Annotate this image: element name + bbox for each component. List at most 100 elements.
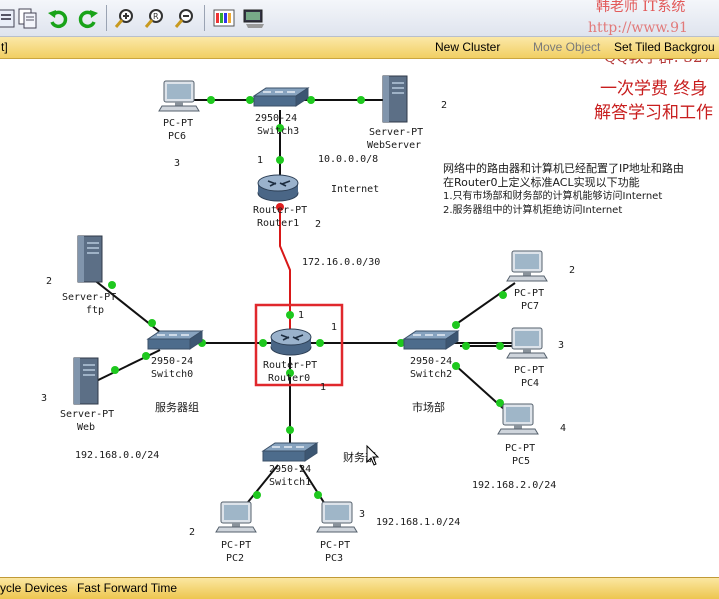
link-switch2-pc7[interactable] xyxy=(454,282,516,326)
toolbar-separator xyxy=(106,5,107,31)
svg-text:R: R xyxy=(153,12,159,21)
server-icon xyxy=(382,75,408,123)
palette-icon[interactable] xyxy=(212,6,236,30)
task-line: 在Router0上定义标准ACL实现以下功能 xyxy=(443,175,640,189)
port-number: 3 xyxy=(174,158,180,169)
port-lights xyxy=(108,96,507,499)
port-light xyxy=(462,342,470,350)
device-name: Router0 xyxy=(268,373,310,384)
port-light xyxy=(108,281,116,289)
topology-canvas[interactable]: PC-PT PC6 2950-24 Switch3 Server-PT WebS… xyxy=(0,59,719,576)
port-light xyxy=(207,96,215,104)
redo-icon[interactable] xyxy=(76,6,100,30)
group-label: 市场部 xyxy=(412,400,445,414)
port-light xyxy=(357,96,365,104)
network-address: 192.168.0.0/24 xyxy=(75,450,159,461)
zoom-out-icon[interactable] xyxy=(173,6,197,30)
device-switch1[interactable]: 2950-24 Switch1 xyxy=(262,442,318,488)
pc-icon xyxy=(497,403,539,435)
task-description: 网络中的路由器和计算机已经配置了IP地址和路由 在Router0上定义标准ACL… xyxy=(443,161,684,216)
zoom-in-icon[interactable] xyxy=(113,6,137,30)
device-pc2[interactable]: PC-PT PC2 xyxy=(215,501,257,564)
device-name: PC3 xyxy=(325,553,343,564)
device-type: PC-PT xyxy=(514,365,544,376)
move-object-button[interactable]: Move Object xyxy=(533,40,600,54)
device-name: Switch1 xyxy=(269,477,311,488)
port-number: 1 xyxy=(298,310,304,321)
copy-icon[interactable] xyxy=(16,6,40,30)
device-name: Web xyxy=(77,422,95,433)
port-light xyxy=(253,491,261,499)
zoom-reset-icon[interactable]: R xyxy=(143,6,167,30)
device-type: 2950-24 xyxy=(255,113,297,124)
device-type: PC-PT xyxy=(163,118,193,129)
port-light xyxy=(111,366,119,374)
device-pc5[interactable]: PC-PT PC5 xyxy=(497,403,539,467)
device-type: Server-PT xyxy=(60,409,114,420)
port-light xyxy=(246,96,254,104)
device-type: Server-PT xyxy=(62,292,116,303)
device-name: ftp xyxy=(86,305,104,316)
pc-icon xyxy=(506,250,548,282)
device-router1[interactable]: Router-PT Router1 xyxy=(253,174,307,229)
port-light xyxy=(496,342,504,350)
device-pc3[interactable]: PC-PT PC3 xyxy=(316,501,358,564)
device-name: WebServer xyxy=(367,140,421,151)
device-switch2[interactable]: 2950-24 Switch2 xyxy=(403,330,459,380)
switch-icon xyxy=(403,330,459,350)
port-light xyxy=(316,339,324,347)
device-pc4[interactable]: PC-PT PC4 xyxy=(506,327,548,389)
new-cluster-button[interactable]: New Cluster xyxy=(435,40,500,54)
device-name: PC6 xyxy=(168,131,186,142)
device-ftp[interactable]: Server-PT ftp xyxy=(62,235,116,316)
device-router0[interactable]: Router-PT Router0 xyxy=(263,328,317,384)
device-name: Switch3 xyxy=(257,126,299,137)
task-line: 2.服务器组中的计算机拒绝访问Internet xyxy=(443,203,622,216)
server-icon xyxy=(73,357,99,405)
simulation-icon[interactable] xyxy=(242,6,266,30)
device-name: PC2 xyxy=(226,553,244,564)
port-number: 1 xyxy=(257,155,263,166)
set-tiled-background-button[interactable]: Set Tiled Backgrou xyxy=(614,40,715,54)
port-number: 1 xyxy=(331,322,337,333)
internet-label: Internet xyxy=(331,184,379,195)
switch-icon xyxy=(147,330,203,350)
port-number: 2 xyxy=(441,100,447,111)
router-icon xyxy=(270,328,312,356)
device-type: PC-PT xyxy=(320,540,350,551)
group-label: 服务器组 xyxy=(155,400,199,414)
device-type: PC-PT xyxy=(221,540,251,551)
device-switch0[interactable]: 2950-24 Switch0 xyxy=(147,330,203,380)
port-light xyxy=(314,491,322,499)
port-number: 3 xyxy=(558,340,564,351)
device-type: Router-PT xyxy=(263,360,317,371)
device-name: Switch0 xyxy=(151,369,193,380)
network-address: 10.0.0.0/8 xyxy=(318,154,378,165)
device-type: 2950-24 xyxy=(269,464,311,475)
device-switch3[interactable]: 2950-24 Switch3 xyxy=(253,87,309,137)
fast-forward-time-button[interactable]: Fast Forward Time xyxy=(77,581,177,595)
port-number: 2 xyxy=(46,276,52,287)
device-pc6[interactable]: PC-PT PC6 xyxy=(158,80,200,142)
device-pc7[interactable]: PC-PT PC7 xyxy=(506,250,548,312)
undo-icon[interactable] xyxy=(46,6,70,30)
pc-icon xyxy=(158,80,200,112)
port-number: 3 xyxy=(359,509,365,520)
task-line: 1.只有市场部和财务部的计算机能够访问Internet xyxy=(443,189,662,202)
power-cycle-devices-button[interactable]: ycle Devices xyxy=(0,581,67,595)
network-address: 172.16.0.0/30 xyxy=(302,257,380,268)
port-number: 4 xyxy=(560,423,566,434)
pc-icon xyxy=(316,501,358,533)
device-type: 2950-24 xyxy=(151,356,193,367)
port-light xyxy=(499,291,507,299)
port-light xyxy=(259,339,267,347)
device-name: PC5 xyxy=(512,456,530,467)
port-light xyxy=(286,311,294,319)
port-number: 1 xyxy=(320,382,326,393)
workspace-label[interactable]: t] xyxy=(1,40,8,54)
port-light xyxy=(276,156,284,164)
device-web[interactable]: Server-PT Web xyxy=(60,357,114,433)
device-type: Server-PT xyxy=(369,127,423,138)
logical-workspace-bar: t] New Cluster Move Object Set Tiled Bac… xyxy=(0,37,719,59)
device-webserver[interactable]: Server-PT WebServer xyxy=(367,75,423,151)
